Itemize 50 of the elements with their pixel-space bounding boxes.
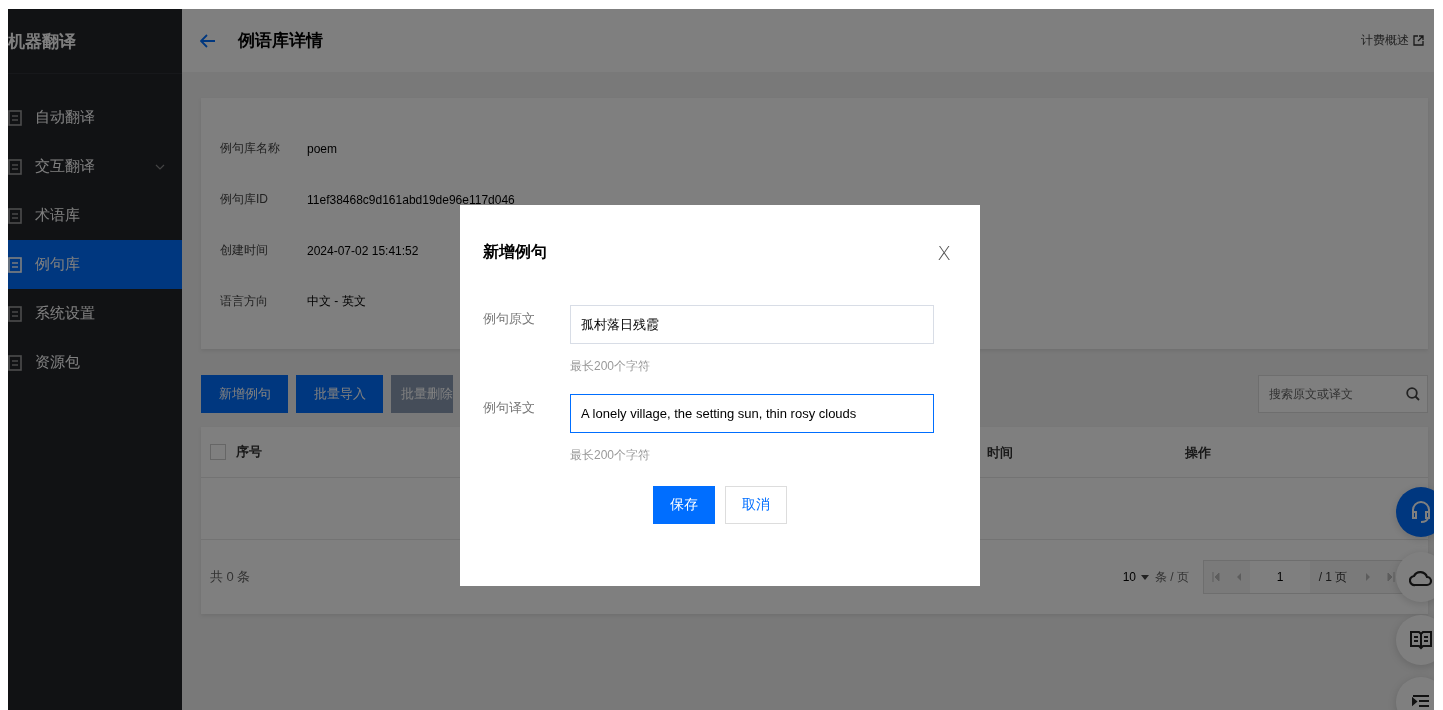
menu-item-icon xyxy=(8,305,22,322)
field-label: 语言方向 xyxy=(220,293,269,310)
page-title: 例语库详情 xyxy=(238,30,323,52)
list-icon[interactable] xyxy=(1412,694,1430,710)
toolbar-button[interactable]: 新增例句 xyxy=(201,375,288,413)
search-field[interactable]: 搜索原文或译文 xyxy=(1258,375,1428,413)
total-count: 共 0 条 xyxy=(210,568,251,586)
sidebar-item[interactable]: 系统设置 xyxy=(8,289,182,338)
field-label: 例句译文 xyxy=(483,399,536,417)
text-input[interactable]: 孤村落日残霞 xyxy=(570,305,934,344)
hint-text: 最长200个字符 xyxy=(570,358,652,375)
save-button[interactable]: 保存 xyxy=(653,486,715,524)
checkbox[interactable] xyxy=(210,444,226,460)
sidebar-item[interactable]: 自动翻译 xyxy=(8,93,182,142)
sidebar-item[interactable]: 术语库 xyxy=(8,191,182,240)
hint-text: 最长200个字符 xyxy=(570,447,652,464)
menu-item-icon xyxy=(8,158,22,175)
page-size-select[interactable]: 10 xyxy=(1122,570,1136,584)
billing-link[interactable]: 计费概述 xyxy=(1361,32,1409,49)
column-header: 序号 xyxy=(236,443,262,461)
headset-icon[interactable] xyxy=(1410,500,1432,524)
sidebar-item[interactable]: 资源包 xyxy=(8,338,182,387)
close-button[interactable]: X xyxy=(931,240,957,265)
field-label: 例句原文 xyxy=(483,310,536,328)
menu-item-icon xyxy=(8,109,22,126)
field-value: 中文 - 英文 xyxy=(307,293,366,310)
dialog-title: 新增例句 xyxy=(483,242,547,262)
back-arrow-icon[interactable] xyxy=(200,33,216,48)
cancel-button[interactable]: 取消 xyxy=(725,486,787,524)
search-icon[interactable] xyxy=(1406,387,1420,401)
book-button[interactable] xyxy=(1396,615,1434,665)
external-link-icon[interactable] xyxy=(1413,35,1424,46)
toolbar-button[interactable]: 批量导入 xyxy=(296,375,383,413)
field-value: poem xyxy=(307,141,338,156)
field-label: 例句库名称 xyxy=(220,140,281,157)
sidebar-item[interactable]: 例句库 xyxy=(8,240,182,289)
field-value: 2024-07-02 15:41:52 xyxy=(307,243,419,258)
menu-item-icon xyxy=(8,256,22,273)
column-header: 操作 xyxy=(1185,444,1211,460)
menu-item-icon xyxy=(8,207,22,224)
text-input[interactable]: A lonely village, the setting sun, thin rosy clouds xyxy=(570,394,934,433)
sidebar-item[interactable]: 交互翻译 xyxy=(8,142,182,191)
menu-item-icon xyxy=(8,354,22,371)
open-book-icon[interactable] xyxy=(1410,630,1432,650)
caret-icon[interactable] xyxy=(1141,574,1149,580)
field-value: 11ef38468c9d161abd19de96e117d046 xyxy=(307,192,515,207)
page-size-label: 条 / 页 xyxy=(1155,568,1189,586)
column-header: 时间 xyxy=(987,444,1013,460)
field-label: 创建时间 xyxy=(220,242,269,259)
field-label: 例句库ID xyxy=(220,191,269,208)
